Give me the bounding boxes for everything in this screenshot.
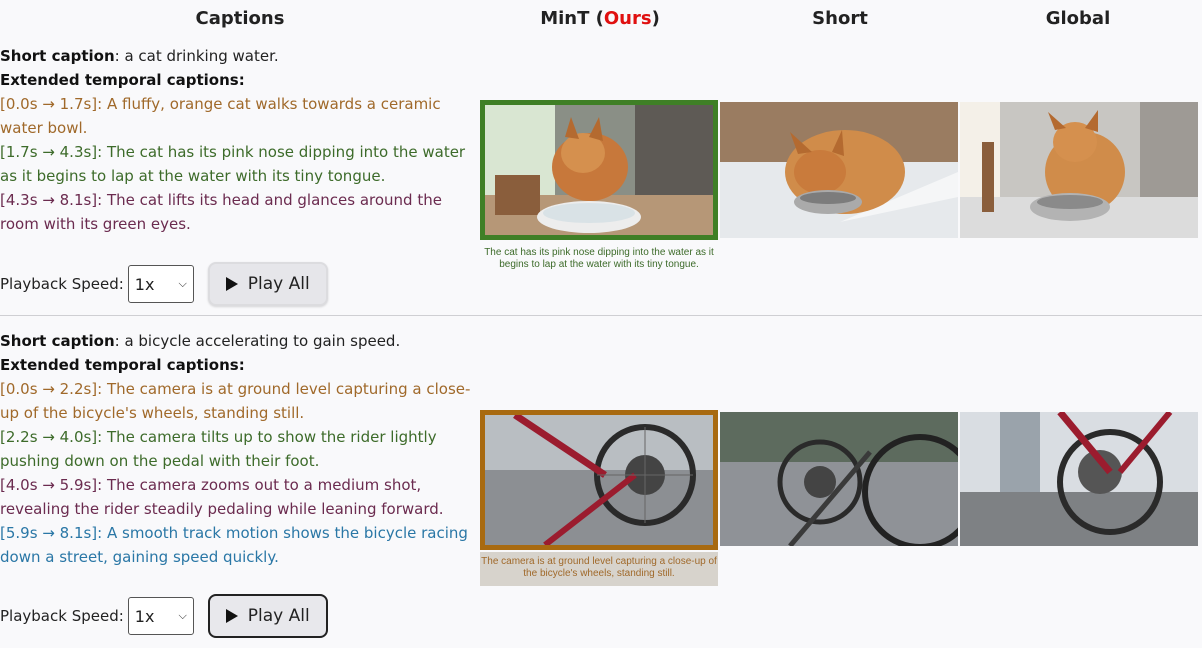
column-headers: Captions MinT (Ours) Short Global xyxy=(0,0,1202,40)
video-global-cat[interactable] xyxy=(960,102,1198,238)
temporal-caption-1: [0.0s → 2.2s]: The camera is at ground l… xyxy=(0,380,471,422)
temporal-caption-4: [5.9s → 8.1s]: A smooth track motion sho… xyxy=(0,524,468,566)
play-all-label: Play All xyxy=(247,274,310,294)
playback-controls-bicycle: Playback Speed: 1x ⌵ Play All xyxy=(0,594,328,638)
chevron-down-icon: ⌵ xyxy=(178,277,187,290)
temporal-caption-2: [2.2s → 4.0s]: The camera tilts up to sh… xyxy=(0,428,437,470)
play-all-button[interactable]: Play All xyxy=(207,594,328,638)
header-captions: Captions xyxy=(195,8,285,29)
captions-panel-cat: Short caption: a cat drinking water. Ext… xyxy=(0,44,478,236)
temporal-caption-1: [0.0s → 1.7s]: A fluffy, orange cat walk… xyxy=(0,95,441,137)
cat-frame-image xyxy=(720,102,958,238)
video-global-bicycle[interactable] xyxy=(960,412,1198,546)
playback-speed-label: Playback Speed: xyxy=(0,275,124,293)
playback-speed-label: Playback Speed: xyxy=(0,607,124,625)
playback-controls-cat: Playback Speed: 1x ⌵ Play All xyxy=(0,262,328,306)
short-caption: Short caption: a cat drinking water. xyxy=(0,44,478,68)
bicycle-frame-image xyxy=(485,415,713,545)
header-mint-label: MinT ( xyxy=(540,8,604,29)
extended-caption-label: Extended temporal captions: xyxy=(0,356,245,374)
short-caption-label: Short caption xyxy=(0,332,115,350)
playback-speed-select[interactable]: 1x ⌵ xyxy=(127,597,194,635)
extended-caption-label: Extended temporal captions: xyxy=(0,71,245,89)
video-mint-cat[interactable] xyxy=(480,100,718,240)
temporal-caption-2: [1.7s → 4.3s]: The cat has its pink nose… xyxy=(0,143,466,185)
short-caption-label: Short caption xyxy=(0,47,115,65)
playback-speed-value: 1x xyxy=(134,274,155,294)
temporal-caption-3: [4.3s → 8.1s]: The cat lifts its head an… xyxy=(0,191,442,233)
header-mint: MinT (Ours) xyxy=(500,8,700,29)
video-short-cat[interactable] xyxy=(720,102,958,238)
play-icon xyxy=(225,609,238,623)
video-mint-cat-subcaption: The cat has its pink nose dipping into t… xyxy=(484,247,714,270)
play-icon xyxy=(225,277,238,291)
chevron-down-icon: ⌵ xyxy=(178,609,187,622)
header-ours-label: Ours xyxy=(603,8,652,29)
header-mint-close: ) xyxy=(651,8,660,29)
header-short: Short xyxy=(812,8,868,29)
extended-caption-heading: Extended temporal captions: xyxy=(0,353,478,377)
video-mint-bicycle[interactable] xyxy=(480,410,718,550)
extended-caption-heading: Extended temporal captions: xyxy=(0,68,478,92)
playback-speed-value: 1x xyxy=(134,606,155,626)
bicycle-frame-image xyxy=(720,412,958,546)
short-caption-text: : a bicycle accelerating to gain speed. xyxy=(114,332,401,350)
cat-frame-image xyxy=(485,105,713,235)
row-divider xyxy=(0,315,1202,316)
cat-frame-image xyxy=(960,102,1198,238)
short-caption: Short caption: a bicycle accelerating to… xyxy=(0,329,478,353)
play-all-button[interactable]: Play All xyxy=(207,262,328,306)
play-all-label: Play All xyxy=(247,606,310,626)
temporal-caption-3: [4.0s → 5.9s]: The camera zooms out to a… xyxy=(0,476,444,518)
video-mint-bicycle-subcaption: The camera is at ground level capturing … xyxy=(480,552,718,586)
bicycle-frame-image xyxy=(960,412,1198,546)
video-short-bicycle[interactable] xyxy=(720,412,958,546)
captions-panel-bicycle: Short caption: a bicycle accelerating to… xyxy=(0,329,478,569)
playback-speed-select[interactable]: 1x ⌵ xyxy=(127,265,194,303)
header-global: Global xyxy=(1045,8,1111,29)
short-caption-text: : a cat drinking water. xyxy=(114,47,279,65)
